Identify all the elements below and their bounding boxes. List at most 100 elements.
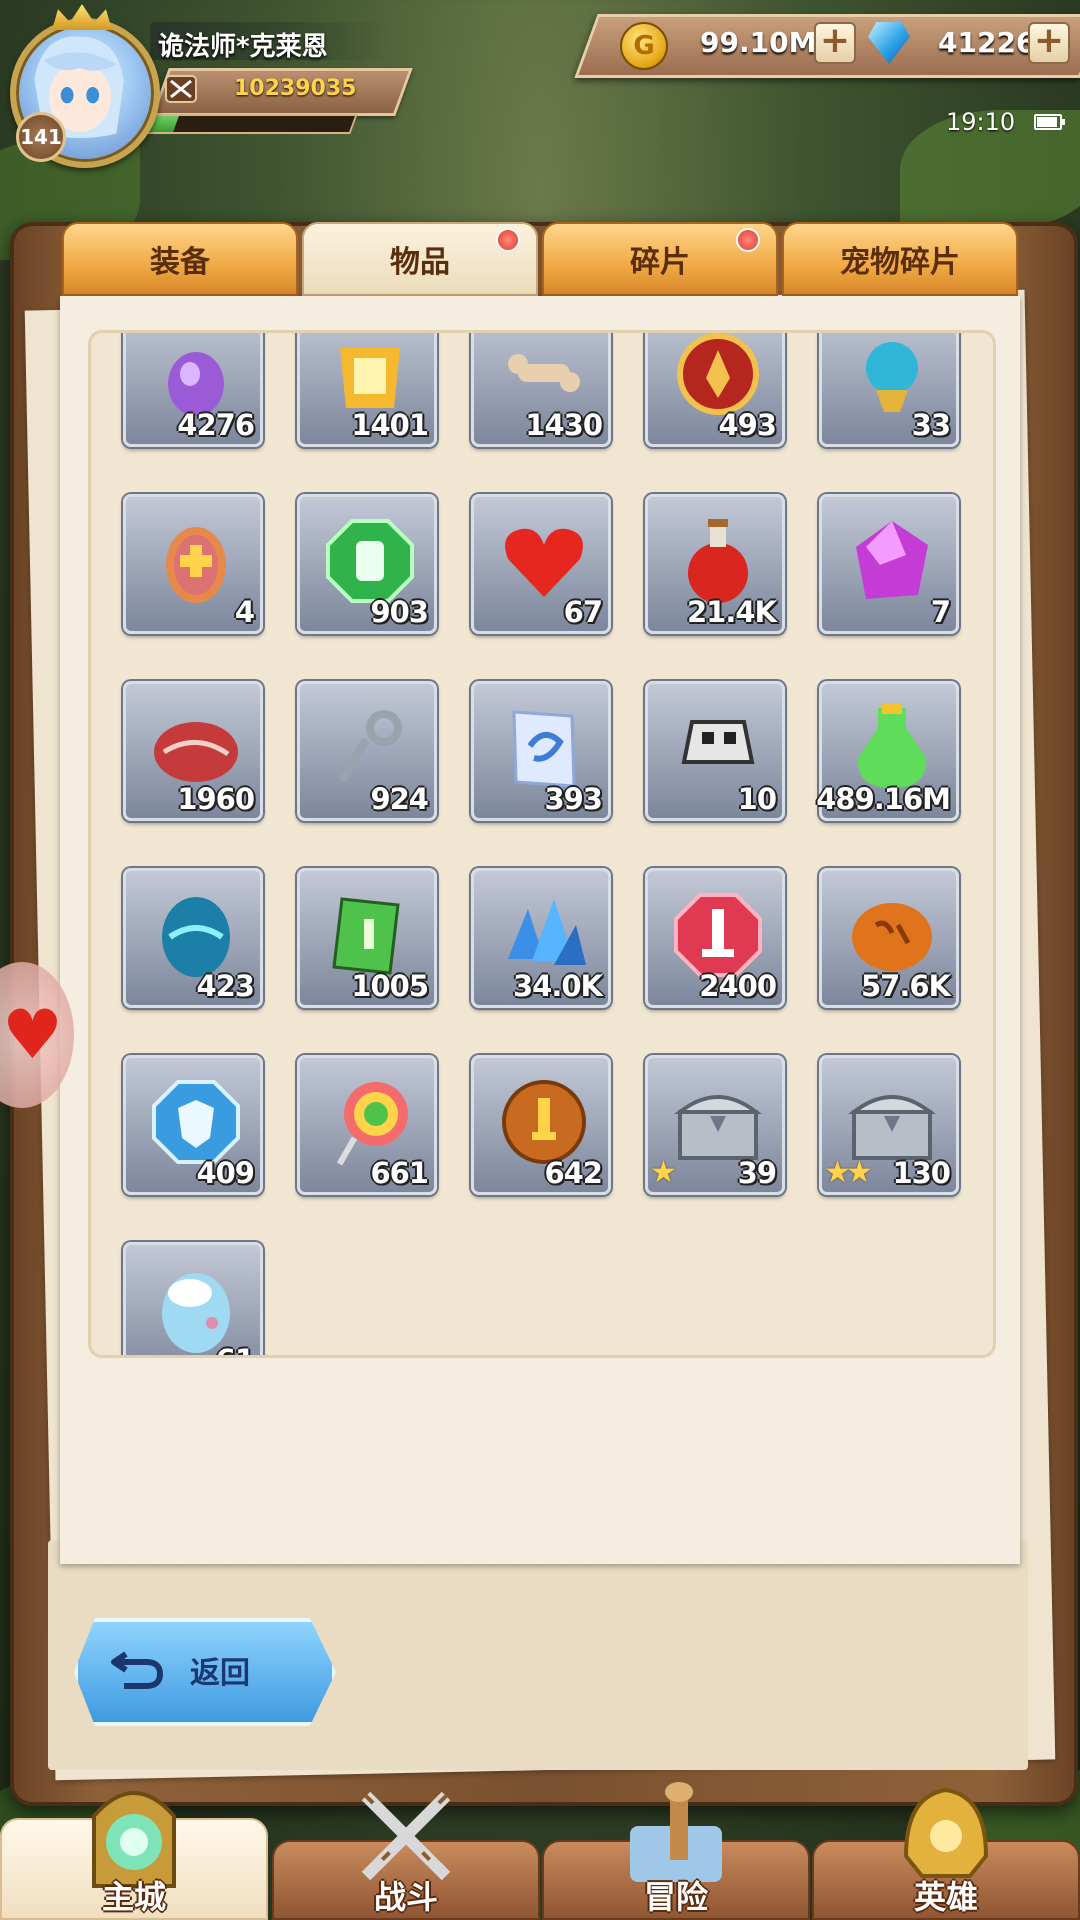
item-slot[interactable]: 423 bbox=[123, 868, 263, 1008]
tab-label: 装备 bbox=[150, 245, 210, 280]
item-count: 57.6K bbox=[860, 969, 951, 1003]
return-arrow-icon bbox=[111, 1651, 164, 1689]
orange-rune-stone-icon bbox=[846, 889, 938, 981]
item-count: 903 bbox=[370, 595, 429, 629]
purple-crystal-icon bbox=[846, 515, 938, 607]
nav-label: 英雄 bbox=[913, 1878, 978, 1916]
item-count: 493 bbox=[718, 408, 777, 442]
tab-1[interactable]: 物品 bbox=[302, 222, 538, 296]
red-potion-flask-icon bbox=[672, 515, 764, 607]
silver-chest-icon bbox=[672, 1076, 764, 1168]
item-slot[interactable]: 924 bbox=[297, 681, 437, 821]
item-slot[interactable]: ★ 39 bbox=[645, 1055, 785, 1195]
green-potion-bottle-icon bbox=[846, 702, 938, 794]
player-name: 诡法师*克莱恩 bbox=[158, 32, 328, 62]
item-count: 10 bbox=[737, 782, 777, 816]
skull-cross-icon bbox=[672, 702, 764, 794]
item-count: 1430 bbox=[525, 408, 603, 442]
purple-gem-jar-icon bbox=[150, 333, 242, 420]
blue-scroll-icon bbox=[498, 702, 590, 794]
tab-label: 宠物碎片 bbox=[840, 245, 960, 280]
item-slot[interactable]: 393 bbox=[471, 681, 611, 821]
blue-crystal-cluster-icon bbox=[498, 889, 590, 981]
crown-icon bbox=[52, 4, 112, 30]
meat-steak-icon bbox=[150, 702, 242, 794]
red-sword-gem-icon bbox=[672, 889, 764, 981]
item-count: 130 bbox=[892, 1156, 951, 1190]
item-slot[interactable]: ★ ★ 130 bbox=[819, 1055, 959, 1195]
item-count: 489.16M bbox=[816, 782, 951, 816]
red-heart-icon bbox=[498, 515, 590, 607]
silver-key-icon bbox=[324, 702, 416, 794]
item-slot[interactable]: 409 bbox=[123, 1055, 263, 1195]
item-count: 34.0K bbox=[512, 969, 603, 1003]
item-count: 33 bbox=[911, 408, 951, 442]
orange-egg-plus-icon bbox=[150, 515, 242, 607]
item-slot[interactable]: 642 bbox=[471, 1055, 611, 1195]
item-slot[interactable]: 661 bbox=[297, 1055, 437, 1195]
bone-icon bbox=[498, 333, 590, 420]
nav-label: 冒险 bbox=[643, 1878, 708, 1916]
item-slot[interactable]: 1960 bbox=[123, 681, 263, 821]
item-slot[interactable]: 21.4K bbox=[645, 494, 785, 634]
battery-icon bbox=[1034, 114, 1065, 130]
crossed-swords-icon bbox=[165, 75, 197, 103]
item-count: 1401 bbox=[351, 408, 429, 442]
item-count: 393 bbox=[544, 782, 603, 816]
add-gold-button[interactable]: + bbox=[814, 22, 856, 64]
item-slot[interactable]: 34.0K bbox=[471, 868, 611, 1008]
item-count: 7 bbox=[930, 595, 951, 629]
item-count: 409 bbox=[196, 1156, 255, 1190]
item-slot[interactable]: 4 bbox=[123, 494, 263, 634]
player-avatar[interactable]: 141 bbox=[4, 4, 160, 168]
item-count: 61 bbox=[216, 1343, 255, 1355]
notification-dot bbox=[736, 228, 760, 252]
item-count: 661 bbox=[370, 1156, 429, 1190]
item-count: 423 bbox=[196, 969, 255, 1003]
item-slot[interactable]: 10 bbox=[645, 681, 785, 821]
notification-dot bbox=[496, 228, 520, 252]
red-shield-emblem-icon bbox=[672, 333, 764, 420]
tab-0[interactable]: 装备 bbox=[62, 222, 298, 296]
back-button-label: 返回 bbox=[190, 1656, 250, 1691]
item-count: 642 bbox=[544, 1156, 603, 1190]
blue-egg-icon bbox=[150, 889, 242, 981]
item-slot[interactable]: 493 bbox=[645, 333, 785, 447]
blue-orb-goblet-icon bbox=[846, 333, 938, 420]
tab-2[interactable]: 碎片 bbox=[542, 222, 778, 296]
gold-coin-icon: G bbox=[620, 22, 668, 70]
lollipop-icon bbox=[324, 1076, 416, 1168]
item-slot[interactable]: 903 bbox=[297, 494, 437, 634]
nav-label: 战斗 bbox=[373, 1878, 438, 1916]
tab-3[interactable]: 宠物碎片 bbox=[782, 222, 1018, 296]
item-slot[interactable]: 4276 bbox=[123, 333, 263, 447]
item-slot[interactable]: 57.6K bbox=[819, 868, 959, 1008]
green-gauntlet-gem-icon bbox=[324, 515, 416, 607]
item-count: 21.4K bbox=[686, 595, 777, 629]
item-count: 2400 bbox=[699, 969, 777, 1003]
item-slot[interactable]: 489.16M bbox=[816, 681, 959, 821]
item-count: 1005 bbox=[351, 969, 429, 1003]
add-gems-button[interactable]: + bbox=[1028, 22, 1070, 64]
spotted-egg-icon bbox=[150, 1263, 242, 1355]
item-slot[interactable]: 1005 bbox=[297, 868, 437, 1008]
blue-shield-gem-icon bbox=[150, 1076, 242, 1168]
item-slot[interactable]: 1401 bbox=[297, 333, 437, 447]
clock: 19:10 bbox=[946, 108, 1016, 136]
item-grid[interactable]: 4276 1401 1430 493 33 4 903 67 21.4K 7 1960 924 393 1… bbox=[88, 330, 996, 1358]
gem-amount: 41226 bbox=[938, 26, 1036, 59]
star-icon: ★ bbox=[846, 1155, 873, 1190]
item-slot[interactable]: 7 bbox=[819, 494, 959, 634]
side-event-icon: ♥ bbox=[2, 996, 63, 1075]
item-slot[interactable]: 61 bbox=[123, 1242, 263, 1355]
item-slot[interactable]: 33 bbox=[819, 333, 959, 447]
item-slot[interactable]: 2400 bbox=[645, 868, 785, 1008]
tab-label: 物品 bbox=[390, 245, 450, 280]
green-banner-scroll-icon bbox=[324, 889, 416, 981]
item-count: 924 bbox=[370, 782, 429, 816]
item-slot[interactable]: 67 bbox=[471, 494, 611, 634]
item-count: 4 bbox=[234, 595, 255, 629]
level-badge: 141 bbox=[16, 112, 66, 162]
item-slot[interactable]: 1430 bbox=[471, 333, 611, 447]
star-icon: ★ bbox=[650, 1155, 677, 1190]
